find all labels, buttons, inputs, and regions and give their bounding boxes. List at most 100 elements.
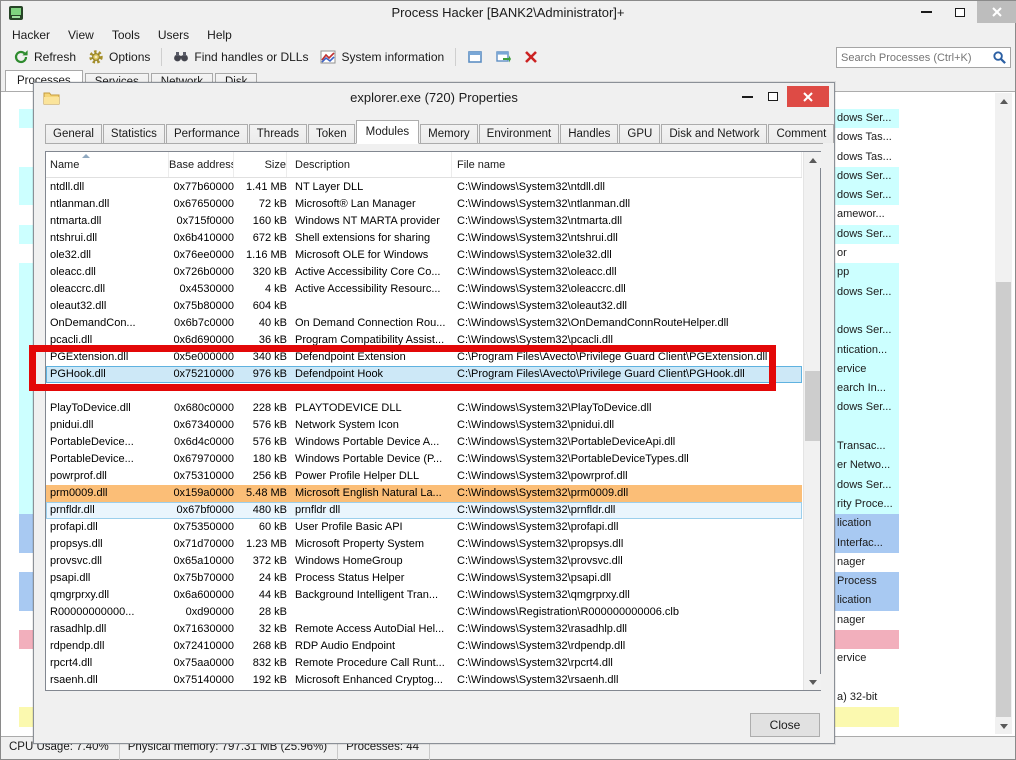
cell-size: 268 kB xyxy=(234,638,287,655)
module-row[interactable]: qmgrprxy.dll0x6a60000044 kBBackground In… xyxy=(46,587,802,604)
module-row[interactable]: rpcrt4.dll0x75aa0000832 kBRemote Procedu… xyxy=(46,655,802,672)
module-row[interactable]: ntmarta.dll0x715f0000160 kBWindows NT MA… xyxy=(46,213,802,230)
module-row[interactable]: OnDemandCon...0x6b7c000040 kBOn Demand C… xyxy=(46,315,802,332)
cell-size: 5.48 MB xyxy=(234,485,287,502)
module-row[interactable]: oleaccrc.dll0x45300004 kBActive Accessib… xyxy=(46,281,802,298)
search-icon[interactable] xyxy=(992,50,1007,65)
cell-file: C:\Windows\System32\ntmarta.dll xyxy=(452,213,802,230)
module-row[interactable]: prnfldr.dll0x67bf0000480 kBprnfldr dllC:… xyxy=(46,502,802,519)
module-row[interactable]: ole32.dll0x76ee00001.16 MBMicrosoft OLE … xyxy=(46,247,802,264)
module-row[interactable]: R00000000000...0xd9000028 kBC:\Windows\R… xyxy=(46,604,802,621)
cell-name: ntshrui.dll xyxy=(46,230,169,247)
module-row[interactable]: PortableDevice...0x6d4c0000576 kBWindows… xyxy=(46,434,802,451)
cell-size: 192 kB xyxy=(234,672,287,689)
refresh-button[interactable]: Refresh xyxy=(7,47,82,67)
process-row-text: a) 32-bit xyxy=(837,688,899,707)
scrollbar-thumb[interactable] xyxy=(996,282,1011,717)
close-button[interactable]: Close xyxy=(750,713,820,737)
terminate-button[interactable] xyxy=(517,47,545,67)
modules-scrollbar[interactable] xyxy=(803,152,820,690)
module-row[interactable]: provsvc.dll0x65a10000372 kBWindows HomeG… xyxy=(46,553,802,570)
module-row[interactable]: psapi.dll0x75b7000024 kBProcess Status H… xyxy=(46,570,802,587)
cell-size: 160 kB xyxy=(234,213,287,230)
column-header-size[interactable]: Size xyxy=(234,152,287,177)
cell-desc: Active Accessibility Resourc... xyxy=(287,281,452,298)
options-button[interactable]: Options xyxy=(82,47,156,67)
cell-name: PortableDevice... xyxy=(46,434,169,451)
cell-file: C:\Windows\System32\profapi.dll xyxy=(452,519,802,536)
cell-name: profapi.dll xyxy=(46,519,169,536)
cell-base: 0x75310000 xyxy=(169,468,234,485)
dialog-tab-modules[interactable]: Modules xyxy=(356,120,419,144)
dialog-tab-statistics[interactable]: Statistics xyxy=(103,124,165,143)
dialog-tab-threads[interactable]: Threads xyxy=(249,124,307,143)
scroll-up-icon[interactable] xyxy=(804,152,821,168)
dialog-tab-environment[interactable]: Environment xyxy=(479,124,560,143)
module-row[interactable]: ntlanman.dll0x6765000072 kBMicrosoft® La… xyxy=(46,196,802,213)
module-row[interactable]: propsys.dll0x71d700001.23 MBMicrosoft Pr… xyxy=(46,536,802,553)
module-row[interactable]: PlayToDevice.dll0x680c0000228 kBPLAYTODE… xyxy=(46,400,802,417)
open-window-button[interactable] xyxy=(489,47,517,67)
module-row[interactable]: ntdll.dll0x77b600001.41 MBNT Layer DLLC:… xyxy=(46,179,802,196)
menu-item-hacker[interactable]: Hacker xyxy=(3,25,59,45)
modules-list: NameBase addressSizeDescriptionFile name… xyxy=(45,151,821,691)
column-header-base[interactable]: Base address xyxy=(169,152,234,177)
cell-size: 72 kB xyxy=(234,196,287,213)
dialog-minimize-button[interactable] xyxy=(734,86,760,107)
column-header-desc[interactable]: Description xyxy=(287,152,452,177)
process-row-text: earch In... xyxy=(837,379,899,398)
process-row-text: lication xyxy=(837,514,899,533)
module-row[interactable]: oleaut32.dll0x75b80000604 kBC:\Windows\S… xyxy=(46,298,802,315)
module-row[interactable]: PortableDevice...0x67970000180 kBWindows… xyxy=(46,451,802,468)
process-row-text: ntication... xyxy=(837,341,899,360)
system-information-button[interactable]: System information xyxy=(314,47,450,67)
close-button[interactable] xyxy=(977,1,1016,23)
column-header-file[interactable]: File name xyxy=(452,152,802,177)
dialog-tab-disk-and-network[interactable]: Disk and Network xyxy=(661,124,767,143)
system-information-label: System information xyxy=(341,50,444,64)
dialog-close-button[interactable] xyxy=(787,86,829,107)
dialog-tab-handles[interactable]: Handles xyxy=(560,124,618,143)
scroll-down-icon[interactable] xyxy=(804,674,821,690)
module-row[interactable]: oleacc.dll0x726b0000320 kBActive Accessi… xyxy=(46,264,802,281)
cell-size: 372 kB xyxy=(234,553,287,570)
module-row[interactable]: profapi.dll0x7535000060 kBUser Profile B… xyxy=(46,519,802,536)
cell-file: C:\Windows\Registration\R000000000006.cl… xyxy=(452,604,802,621)
scroll-up-icon[interactable] xyxy=(995,93,1012,109)
menu-item-tools[interactable]: Tools xyxy=(103,25,149,45)
search-input[interactable] xyxy=(841,49,989,66)
cell-desc: Windows Portable Device A... xyxy=(287,434,452,451)
dialog-tab-token[interactable]: Token xyxy=(308,124,355,143)
module-row[interactable]: rsaenh.dll0x75140000192 kBMicrosoft Enha… xyxy=(46,672,802,689)
module-row[interactable]: powrprof.dll0x75310000256 kBPower Profil… xyxy=(46,468,802,485)
find-handles-button[interactable]: Find handles or DLLs xyxy=(167,47,314,67)
modules-header[interactable]: NameBase addressSizeDescriptionFile name xyxy=(46,152,802,178)
dialog-tab-memory[interactable]: Memory xyxy=(420,124,478,143)
minimize-button[interactable] xyxy=(909,1,943,23)
dialog-maximize-button[interactable] xyxy=(760,86,786,107)
module-row[interactable]: ntshrui.dll0x6b410000672 kBShell extensi… xyxy=(46,230,802,247)
menu-item-users[interactable]: Users xyxy=(149,25,198,45)
dialog-tab-comment[interactable]: Comment xyxy=(768,124,834,143)
menu-item-help[interactable]: Help xyxy=(198,25,241,45)
scroll-down-icon[interactable] xyxy=(995,718,1012,734)
dialog-tab-performance[interactable]: Performance xyxy=(166,124,248,143)
maximize-button[interactable] xyxy=(943,1,977,23)
module-row[interactable]: prm0009.dll0x159a00005.48 MBMicrosoft En… xyxy=(46,485,802,502)
process-row-text: dows Ser... xyxy=(837,186,899,205)
cell-desc: Microsoft English Natural La... xyxy=(287,485,452,502)
module-row[interactable]: rasadhlp.dll0x7163000032 kBRemote Access… xyxy=(46,621,802,638)
module-row[interactable]: rdpendp.dll0x72410000268 kBRDP Audio End… xyxy=(46,638,802,655)
window-pane-button[interactable] xyxy=(461,47,489,67)
cell-file: C:\Windows\System32\provsvc.dll xyxy=(452,553,802,570)
process-list-scrollbar[interactable] xyxy=(995,93,1012,734)
scrollbar-thumb[interactable] xyxy=(805,371,820,441)
dialog-tab-gpu[interactable]: GPU xyxy=(619,124,660,143)
column-header-name[interactable]: Name xyxy=(46,152,169,177)
search-box[interactable] xyxy=(836,47,1011,68)
cell-size: 320 kB xyxy=(234,264,287,281)
dialog-tab-general[interactable]: General xyxy=(45,124,102,143)
dialog-title: explorer.exe (720) Properties xyxy=(34,90,834,105)
menu-item-view[interactable]: View xyxy=(59,25,103,45)
module-row[interactable]: pnidui.dll0x67340000576 kBNetwork System… xyxy=(46,417,802,434)
